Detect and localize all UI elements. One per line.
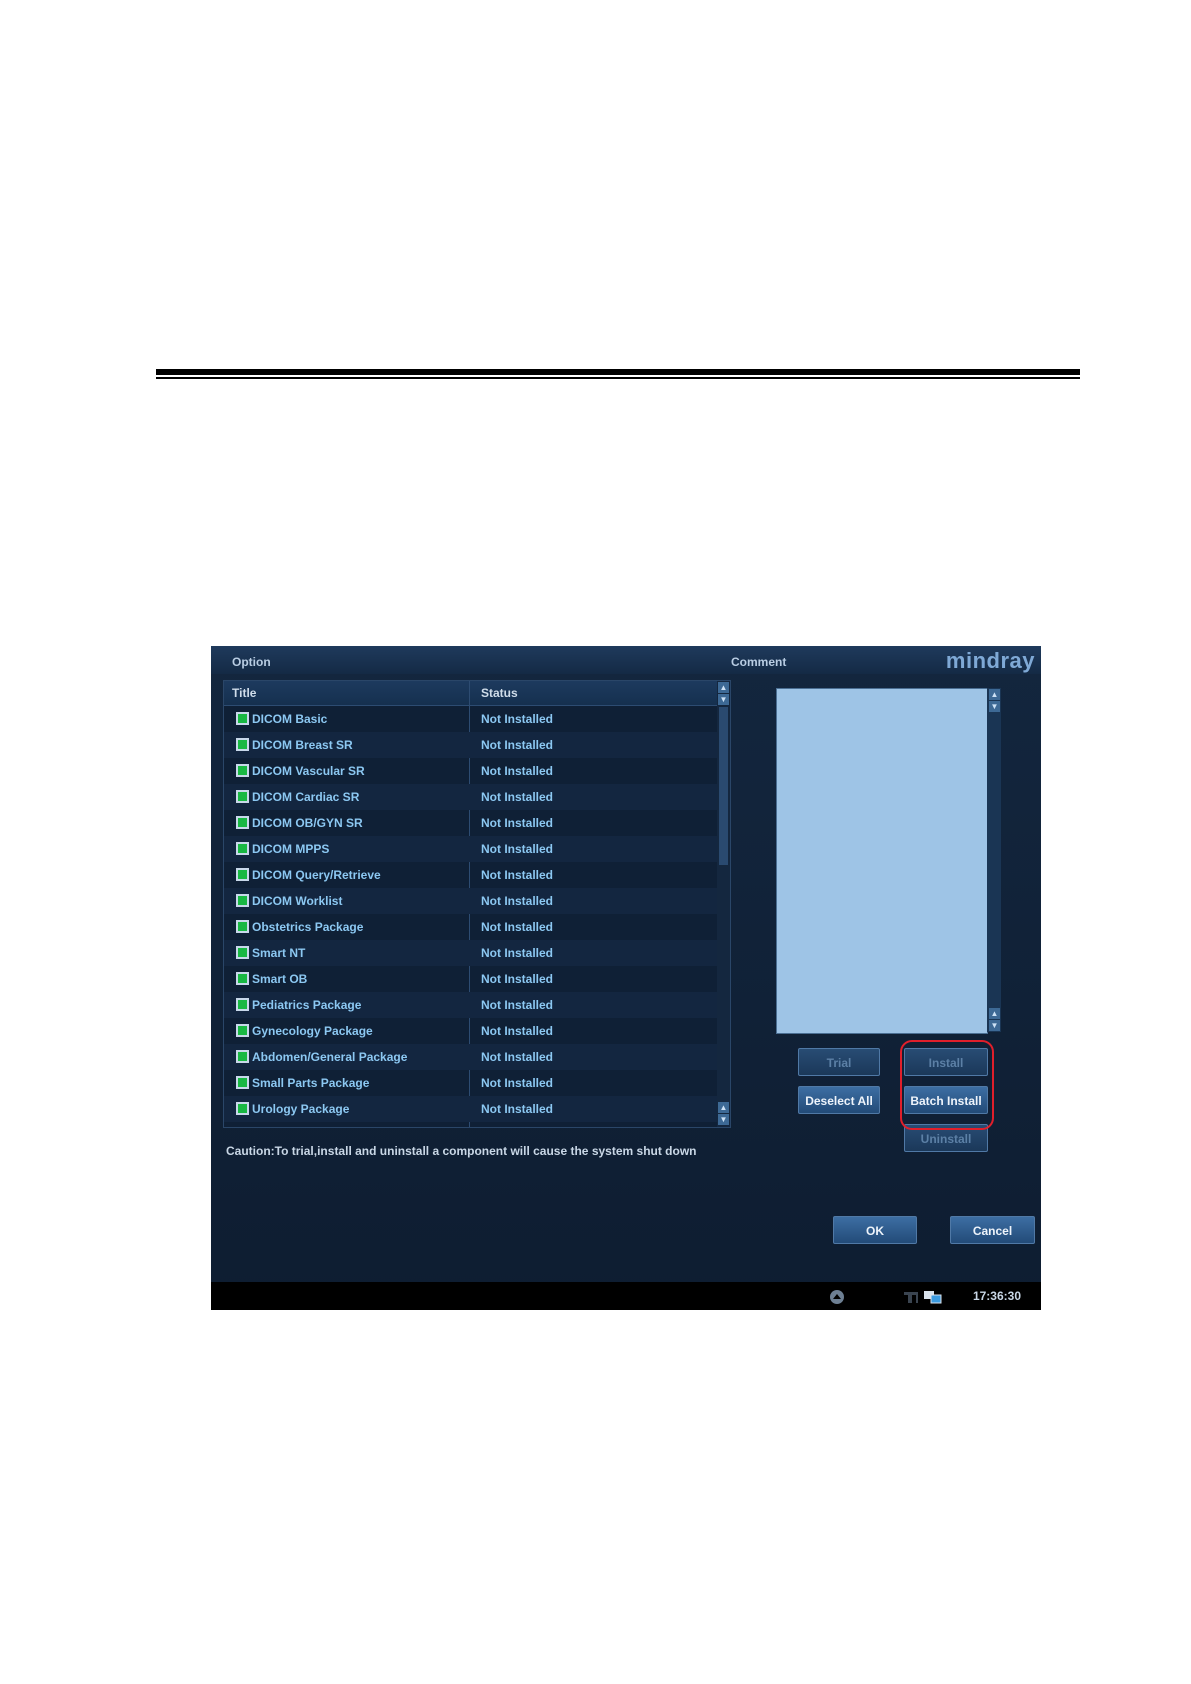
status-bar: 17:36:30 [211, 1282, 1041, 1310]
row-title: DICOM Breast SR [252, 738, 353, 752]
row-status: Not Installed [481, 738, 554, 752]
checkbox[interactable] [236, 998, 249, 1011]
row-status: Not Installed [481, 920, 554, 934]
row-status: Not Installed [481, 764, 554, 778]
checkbox[interactable] [236, 946, 249, 959]
checkbox[interactable] [236, 972, 249, 985]
checkbox[interactable] [236, 764, 249, 777]
row-status: Not Installed [481, 1102, 554, 1116]
document-rule-thin [156, 377, 1080, 379]
table-row[interactable]: Obstetrics Package Not Installed [224, 914, 717, 940]
row-status: Not Installed [481, 894, 554, 908]
row-status: Not Installed [481, 972, 554, 986]
comment-scroll-down-bottom-icon[interactable]: ▼ [989, 1020, 1000, 1031]
row-title: DICOM OB/GYN SR [252, 816, 363, 830]
list-scrollbar[interactable]: ▲ ▼ ▲ ▼ [717, 681, 730, 1127]
comment-label: Comment [731, 655, 787, 669]
table-row[interactable]: DICOM OB/GYN SR Not Installed [224, 810, 717, 836]
row-title: Urology Package [252, 1102, 350, 1116]
option-list: Title Status DICOM Basic Not Installed DIC… [223, 680, 731, 1128]
row-title: Pediatrics Package [252, 998, 362, 1012]
row-status: Not Installed [481, 1024, 554, 1038]
table-row[interactable]: Abdomen/General Package Not Installed [224, 1044, 717, 1070]
row-status: Not Installed [481, 946, 554, 960]
row-title: DICOM Query/Retrieve [252, 868, 381, 882]
row-title: Smart NT [252, 946, 306, 960]
network-icon [923, 1289, 943, 1310]
comment-scroll-up-icon[interactable]: ▲ [989, 689, 1000, 700]
row-status: Not Installed [481, 842, 554, 856]
comment-scroll-up-bottom-icon[interactable]: ▲ [989, 1008, 1000, 1019]
row-status: Not Installed [481, 712, 554, 726]
dialog-titlebar: Option Comment mindray [211, 646, 1041, 674]
option-label: Option [232, 655, 271, 669]
eject-icon[interactable] [829, 1289, 845, 1310]
table-row[interactable]: DICOM MPPS Not Installed [224, 836, 717, 862]
clock: 17:36:30 [972, 1289, 1021, 1303]
row-status: Not Installed [481, 998, 554, 1012]
scroll-up-icon[interactable]: ▲ [718, 682, 729, 693]
document-rule-thick [156, 369, 1080, 375]
row-status: Not Installed [481, 790, 554, 804]
table-row[interactable]: DICOM Vascular SR Not Installed [224, 758, 717, 784]
row-title: Smart OB [252, 972, 308, 986]
checkbox[interactable] [236, 1050, 249, 1063]
row-title: Obstetrics Package [252, 920, 364, 934]
scroll-up-bottom-icon[interactable]: ▲ [718, 1102, 729, 1113]
row-title: Small Parts Package [252, 1076, 370, 1090]
trial-button[interactable]: Trial [798, 1048, 880, 1076]
checkbox[interactable] [236, 1024, 249, 1037]
row-title: DICOM MPPS [252, 842, 330, 856]
comment-scroll-down-icon[interactable]: ▼ [989, 701, 1000, 712]
checkbox[interactable] [236, 738, 249, 751]
row-title: DICOM Cardiac SR [252, 790, 360, 804]
table-row[interactable]: Gynecology Package Not Installed [224, 1018, 717, 1044]
row-title: DICOM Basic [252, 712, 328, 726]
caution-text: Caution:To trial,install and uninstall a… [226, 1144, 697, 1158]
table-row[interactable]: Smart OB Not Installed [224, 966, 717, 992]
option-dialog: Option Comment mindray Title Status DICO… [211, 646, 1041, 1310]
table-row[interactable]: Pediatrics Package Not Installed [224, 992, 717, 1018]
table-row[interactable]: DICOM Basic Not Installed [224, 706, 717, 732]
row-status: Not Installed [481, 868, 554, 882]
column-header-title[interactable]: Title [232, 686, 256, 700]
checkbox[interactable] [236, 712, 249, 725]
row-status: Not Installed [481, 1050, 554, 1064]
row-title: DICOM Vascular SR [252, 764, 365, 778]
row-title: Abdomen/General Package [252, 1050, 408, 1064]
cancel-button[interactable]: Cancel [950, 1216, 1035, 1244]
scroll-down-bottom-icon[interactable]: ▼ [718, 1114, 729, 1125]
row-title: Gynecology Package [252, 1024, 373, 1038]
checkbox[interactable] [236, 1102, 249, 1115]
probe-icon [902, 1289, 920, 1310]
checkbox[interactable] [236, 894, 249, 907]
ok-button[interactable]: OK [833, 1216, 917, 1244]
checkbox[interactable] [236, 920, 249, 933]
scroll-thumb[interactable] [719, 707, 728, 865]
install-buttons-highlight [900, 1040, 994, 1130]
table-row[interactable]: DICOM Breast SR Not Installed [224, 732, 717, 758]
checkbox[interactable] [236, 842, 249, 855]
table-row[interactable]: Smart NT Not Installed [224, 940, 717, 966]
row-status: Not Installed [481, 816, 554, 830]
deselect-all-button[interactable]: Deselect All [798, 1086, 880, 1114]
comment-textbox[interactable] [776, 688, 988, 1034]
table-row[interactable]: Urology Package Not Installed [224, 1096, 717, 1122]
table-row[interactable]: DICOM Cardiac SR Not Installed [224, 784, 717, 810]
mindray-logo: mindray [945, 648, 1035, 673]
checkbox[interactable] [236, 816, 249, 829]
list-rows: DICOM Basic Not Installed DICOM Breast SR N… [224, 706, 717, 1122]
comment-scrollbar[interactable]: ▲ ▼ ▲ ▼ [987, 688, 1001, 1032]
row-title: DICOM Worklist [252, 894, 343, 908]
table-row[interactable]: Small Parts Package Not Installed [224, 1070, 717, 1096]
table-row[interactable]: DICOM Query/Retrieve Not Installed [224, 862, 717, 888]
checkbox[interactable] [236, 1076, 249, 1089]
row-status: Not Installed [481, 1076, 554, 1090]
scroll-down-icon[interactable]: ▼ [718, 694, 729, 705]
checkbox[interactable] [236, 868, 249, 881]
column-header-status[interactable]: Status [481, 686, 518, 700]
table-row[interactable]: DICOM Worklist Not Installed [224, 888, 717, 914]
checkbox[interactable] [236, 790, 249, 803]
list-header: Title Status [224, 681, 717, 706]
